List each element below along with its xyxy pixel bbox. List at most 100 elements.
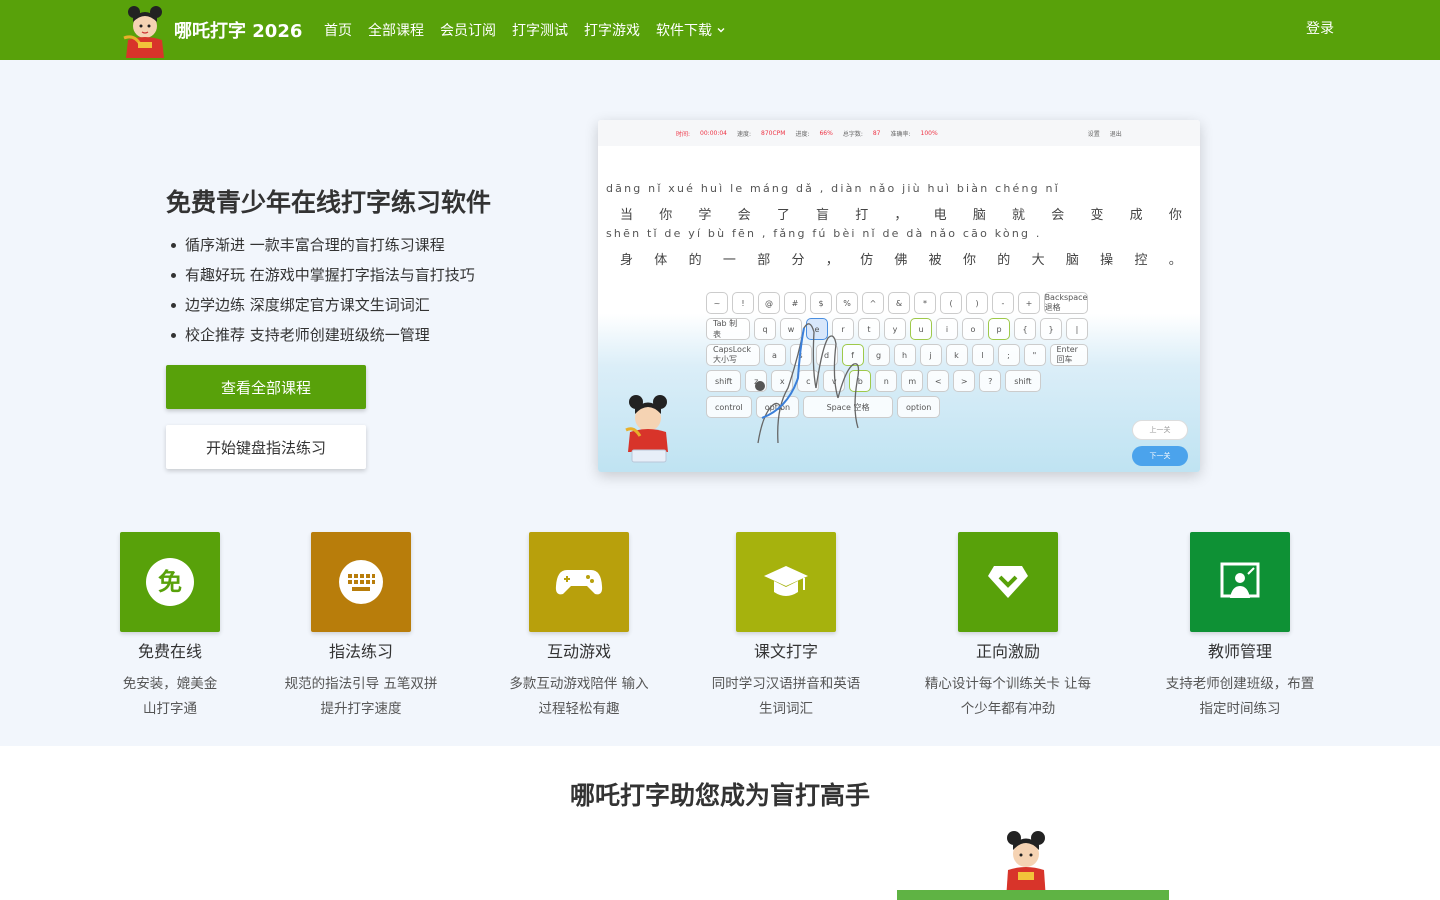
preview-hanzi-char: 的 — [688, 253, 702, 268]
brand[interactable]: 哪吒打字 2026 — [120, 0, 302, 60]
diamond-icon — [958, 532, 1058, 632]
start-fingering-practice-button[interactable]: 开始键盘指法练习 — [166, 425, 366, 469]
preview-key: " — [1023, 344, 1046, 366]
login-link[interactable]: 登录 — [1306, 18, 1334, 38]
gamepad-icon — [529, 532, 629, 632]
preview-key: j — [919, 344, 942, 366]
preview-next-level-button: 下一关 — [1132, 446, 1188, 466]
bullet-dot-icon — [171, 242, 176, 248]
section-sign-board — [897, 890, 1169, 900]
feature-free-online: 免 免费在线 免安装，媲美金山打字通 — [70, 532, 270, 722]
graduation-cap-icon — [736, 532, 836, 632]
preview-hanzi-char: 成 — [1129, 208, 1143, 223]
main-nav: 首页 全部课程 会员订阅 打字测试 打字游戏 软件下载 — [324, 0, 742, 60]
preview-hanzi-char: 打 — [855, 208, 869, 223]
preview-typing-text: dāng nǐ xué huì le máng dǎ , diàn nǎo ji… — [606, 182, 1194, 272]
preview-hanzi-char: 分 — [791, 253, 805, 268]
hero-title: 免费青少年在线打字练习软件 — [166, 188, 492, 217]
preview-hanzi-char: 会 — [737, 208, 751, 223]
preview-hanzi-char: 部 — [757, 253, 771, 268]
preview-hanzi-char: ， — [825, 253, 839, 268]
feature-title: 正向激励 — [975, 642, 1040, 661]
preview-settings-label: 设置 — [1087, 130, 1100, 138]
section-title: 哪吒打字助您成为盲打高手 — [569, 781, 870, 810]
feature-fingering-practice: 指法练习 规范的指法引导 五笔双拼提升打字速度 — [261, 532, 461, 722]
chevron-down-icon — [717, 28, 725, 33]
preview-hanzi-char: 身 — [620, 253, 634, 268]
feature-description: 同时学习汉语拼音和英语生词词汇 — [711, 676, 861, 717]
preview-progress-value: 66% — [819, 129, 833, 137]
feature-description: 规范的指法引导 五笔双拼提升打字速度 — [284, 676, 438, 717]
preview-key: + — [1018, 292, 1040, 314]
hero-bullet: 循序渐进 一款丰富合理的盲打练习课程 — [166, 230, 475, 260]
preview-hanzi-char: 。 — [1168, 253, 1182, 268]
view-all-courses-button[interactable]: 查看全部课程 — [166, 365, 366, 409]
preview-mascot-image — [625, 395, 668, 463]
hero-bullet: 校企推荐 支持老师创建班级统一管理 — [166, 320, 475, 350]
feature-description: 精心设计每个训练关卡 让每个少年都有冲劲 — [924, 676, 1092, 717]
preview-key: k — [945, 344, 968, 366]
preview-speed-label: 速度: — [736, 130, 752, 138]
preview-hanzi-char: 就 — [1012, 208, 1026, 223]
nav-software-download[interactable]: 软件下载 — [656, 20, 726, 40]
preview-hanzi-char: 电 — [933, 208, 947, 223]
preview-count-label: 总字数: — [842, 130, 863, 138]
nav-typing-test[interactable]: 打字测试 — [512, 20, 568, 40]
preview-accuracy-label: 准确率: — [890, 130, 911, 138]
nav-all-courses[interactable]: 全部课程 — [368, 20, 424, 40]
preview-hanzi-char: 学 — [698, 208, 712, 223]
teacher-board-icon — [1190, 532, 1290, 632]
hero-bullet-text: 边学边练 深度绑定官方课文生词词汇 — [185, 296, 430, 314]
preview-key: p — [988, 318, 1010, 340]
preview-pinyin-row: shēn tǐ de yí bù fēn , fǎng fú bèi nǐ de… — [606, 227, 1042, 240]
keyboard-icon — [311, 532, 411, 632]
preview-key: o — [962, 318, 984, 340]
hand-outline-graphic — [755, 323, 860, 444]
nav-software-download-label: 软件下载 — [656, 23, 712, 39]
hero-bullet: 边学边练 深度绑定官方课文生词词汇 — [166, 290, 475, 320]
preview-hanzi-char: 佛 — [894, 253, 908, 268]
preview-key: ; — [997, 344, 1020, 366]
nav-membership[interactable]: 会员订阅 — [440, 20, 496, 40]
nezha-mascot-logo — [123, 6, 164, 58]
preview-key: Backspace 退格 — [1044, 292, 1088, 314]
preview-hanzi-char: 你 — [962, 253, 976, 268]
preview-pinyin-row: dāng nǐ xué huì le máng dǎ , diàn nǎo ji… — [606, 182, 1060, 195]
feature-title: 免费在线 — [137, 642, 202, 661]
preview-hanzi-row: 当 你 学 会 了 盲 打 ， 电 脑 就 会 变 成 你 — [606, 204, 1194, 227]
nav-typing-games[interactable]: 打字游戏 — [584, 20, 640, 40]
preview-speed-value: 870CPM — [761, 129, 786, 137]
feature-interactive-games: 互动游戏 多款互动游戏陪伴 输入过程轻松有趣 — [479, 532, 679, 722]
preview-hanzi-char: 脑 — [1065, 253, 1079, 268]
feature-title: 互动游戏 — [546, 642, 611, 661]
preview-progress-label: 进度: — [795, 130, 810, 138]
preview-hanzi-char: 会 — [1051, 208, 1065, 223]
feature-title: 教师管理 — [1207, 642, 1272, 661]
feature-teacher-management: 教师管理 支持老师创建班级，布置指定时间练习 — [1140, 532, 1340, 722]
preview-prev-level-button: 上一关 — [1132, 420, 1188, 440]
brand-name: 哪吒打字 2026 — [174, 21, 303, 42]
feature-description: 支持老师创建班级，布置指定时间练习 — [1165, 676, 1315, 717]
nav-home[interactable]: 首页 — [324, 20, 352, 40]
feature-title: 指法练习 — [328, 642, 393, 661]
preview-key: Enter 回车 — [1049, 344, 1088, 366]
hero-bullet-text: 循序渐进 一款丰富合理的盲打练习课程 — [185, 236, 445, 254]
hero-bullet-text: 有趣好玩 在游戏中掌握打字指法与盲打技巧 — [185, 266, 475, 284]
preview-hanzi-row: 身 体 的 一 部 分 ， 仿 佛 被 你 的 大 脑 操 控 。 — [606, 249, 1194, 272]
blind-typing-section: 哪吒打字助您成为盲打高手 — [0, 746, 1440, 900]
preview-key: } — [1040, 318, 1062, 340]
preview-time-value: 00:00:04 — [700, 129, 727, 137]
preview-key: > — [953, 370, 976, 392]
preview-key: ? — [979, 370, 1002, 392]
preview-accuracy-value: 100% — [920, 129, 938, 137]
bullet-dot-icon — [171, 272, 176, 278]
preview-key: ( — [940, 292, 962, 314]
feature-textbook-typing: 课文打字 同时学习汉语拼音和英语生词词汇 — [686, 532, 886, 722]
preview-hanzi-char: 一 — [722, 253, 736, 268]
preview-time-label: 时间: — [676, 130, 691, 138]
preview-hanzi-char: 大 — [1031, 253, 1045, 268]
bullet-dot-icon — [171, 302, 176, 308]
preview-hanzi-char: ， — [894, 208, 908, 223]
preview-status-bar: 时间: 00:00:04 速度: 870CPM 进度: 66% 总字数: 87 … — [598, 120, 1200, 146]
preview-hanzi-char: 了 — [776, 208, 790, 223]
